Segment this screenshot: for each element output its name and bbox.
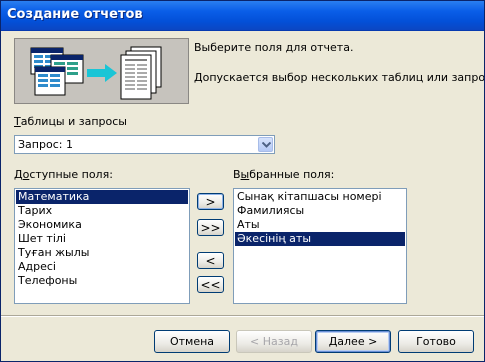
available-field-item[interactable]: Тарих bbox=[16, 204, 188, 218]
available-fields-list[interactable]: Математика Тарих Экономика Шет тілі Туға… bbox=[14, 188, 190, 304]
instruction-subtext: Допускается выбор нескольких таблиц или … bbox=[194, 71, 485, 84]
window-title: Создание отчетов bbox=[7, 7, 143, 22]
report-pages-icon bbox=[120, 46, 162, 100]
available-field-item[interactable]: Математика bbox=[16, 190, 188, 204]
combo-dropdown-button[interactable] bbox=[258, 137, 273, 152]
instruction-text: Выберите поля для отчета. bbox=[194, 41, 354, 54]
tables-queries-label: Таблицы и запросы bbox=[14, 115, 127, 128]
selected-field-item[interactable]: Фамилиясы bbox=[235, 204, 405, 218]
back-button[interactable]: < Назад bbox=[236, 330, 312, 353]
combo-value: Запрос: 1 bbox=[18, 138, 73, 151]
tables-queries-combo[interactable]: Запрос: 1 bbox=[14, 135, 275, 154]
report-wizard-window: Создание отчетов Выберите поля для отчет… bbox=[0, 0, 485, 362]
selected-field-item[interactable]: Сынақ кітапшасы номері bbox=[235, 190, 405, 204]
available-field-item[interactable]: Телефоны bbox=[16, 274, 188, 288]
add-field-button[interactable]: > bbox=[197, 193, 224, 210]
remove-field-button[interactable]: < bbox=[197, 252, 224, 269]
selected-fields-list[interactable]: Сынақ кітапшасы номері Фамилиясы Аты Әке… bbox=[233, 188, 407, 304]
tables-icon bbox=[30, 47, 84, 96]
footer-divider bbox=[1, 315, 484, 317]
finish-button[interactable]: Готово bbox=[398, 330, 474, 353]
cancel-button[interactable]: Отмена bbox=[154, 330, 230, 353]
add-all-fields-button[interactable]: >> bbox=[197, 219, 224, 236]
available-field-item[interactable]: Туған жылы bbox=[16, 246, 188, 260]
report-wizard-icon bbox=[30, 46, 162, 100]
title-bar[interactable]: Создание отчетов bbox=[1, 1, 484, 31]
remove-all-fields-button[interactable]: << bbox=[197, 276, 224, 293]
wizard-illustration bbox=[14, 38, 189, 104]
next-button[interactable]: Далее > bbox=[315, 330, 391, 353]
selected-fields-label: Выбранные поля: bbox=[233, 168, 335, 181]
selected-field-item[interactable]: Әкесінің аты bbox=[235, 232, 405, 246]
available-field-item[interactable]: Экономика bbox=[16, 218, 188, 232]
available-fields-label: Доступные поля: bbox=[14, 168, 113, 181]
selected-field-item[interactable]: Аты bbox=[235, 218, 405, 232]
available-field-item[interactable]: Адресі bbox=[16, 260, 188, 274]
arrow-right-icon bbox=[87, 64, 117, 82]
available-field-item[interactable]: Шет тілі bbox=[16, 232, 188, 246]
chevron-down-icon bbox=[262, 142, 271, 148]
